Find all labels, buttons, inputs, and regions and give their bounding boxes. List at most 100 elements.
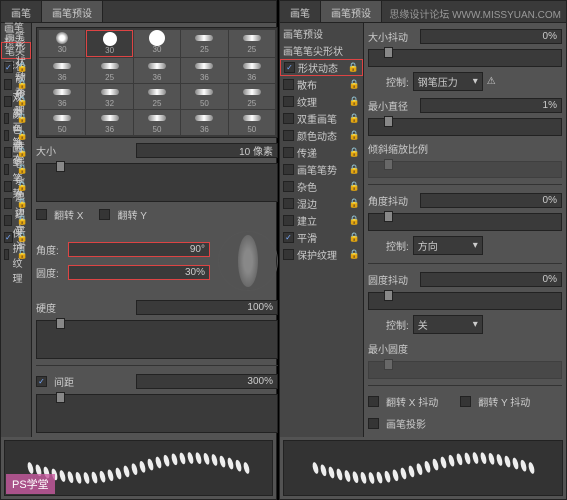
brush-thumb-1[interactable]: 30: [86, 30, 132, 57]
min-dia-input[interactable]: [420, 98, 562, 113]
checkbox-icon[interactable]: [4, 198, 12, 209]
min-dia-slider[interactable]: [368, 118, 562, 136]
size-jitter-input[interactable]: [420, 29, 562, 44]
checkbox-icon[interactable]: [4, 113, 9, 124]
checkbox-icon[interactable]: [283, 96, 294, 107]
sidebar-item-13[interactable]: 保护纹理🔒: [1, 246, 31, 263]
control2-select[interactable]: 方向▾: [413, 236, 483, 255]
checkbox-icon[interactable]: [283, 249, 294, 260]
tab-preset[interactable]: 画笔预设: [42, 1, 103, 22]
checkbox-icon[interactable]: [283, 198, 294, 209]
brush-thumb-16[interactable]: 36: [86, 110, 132, 135]
angle-jitter-slider[interactable]: [368, 213, 562, 231]
checkbox-icon[interactable]: [4, 249, 9, 260]
angle-jitter-input[interactable]: [420, 193, 562, 208]
angle-wheel[interactable]: [218, 231, 278, 291]
sidebar-item-label: 纹理: [297, 94, 317, 109]
sidebar-item-0[interactable]: 画笔预设: [280, 25, 363, 42]
checkbox-icon[interactable]: [283, 164, 294, 175]
brush-thumb-5[interactable]: 36: [39, 58, 85, 83]
size-input[interactable]: [136, 143, 278, 158]
sidebar-item-12[interactable]: ✓平滑🔒: [280, 229, 363, 246]
size-jitter-slider[interactable]: [368, 49, 562, 67]
checkbox-icon[interactable]: [283, 130, 294, 141]
sidebar-item-11[interactable]: 建立🔒: [280, 212, 363, 229]
brush-thumb-15[interactable]: 50: [39, 110, 85, 135]
brush-thumb-11[interactable]: 32: [86, 84, 132, 109]
flip-y-jitter-label: 翻转 Y 抖动: [478, 394, 530, 409]
brush-thumb-3[interactable]: 25: [181, 30, 227, 57]
brush-thumb-19[interactable]: 50: [229, 110, 275, 135]
sidebar-item-10[interactable]: 湿边🔒: [280, 195, 363, 212]
flip-x-jitter-cb[interactable]: [368, 396, 379, 407]
spacing-checkbox[interactable]: ✓: [36, 376, 47, 387]
round-jitter-slider[interactable]: [368, 292, 562, 310]
control1-select[interactable]: 钢笔压力▾: [413, 72, 483, 91]
flip-x-checkbox[interactable]: [36, 209, 47, 220]
control1-label: 控制:: [386, 74, 409, 89]
hardness-input[interactable]: [136, 300, 278, 315]
checkbox-icon[interactable]: [4, 215, 12, 226]
brush-thumb-0[interactable]: 30: [39, 30, 85, 57]
checkbox-icon[interactable]: [283, 79, 294, 90]
checkbox-icon[interactable]: ✓: [4, 62, 13, 73]
checkbox-icon[interactable]: [4, 130, 9, 141]
stroke-preview-right: [283, 440, 563, 496]
brush-thumb-10[interactable]: 36: [39, 84, 85, 109]
tab-preset-r[interactable]: 画笔预设: [321, 1, 382, 22]
brush-proj-cb[interactable]: [368, 418, 379, 429]
checkbox-icon[interactable]: [4, 96, 12, 107]
brush-thumb-4[interactable]: 25: [229, 30, 275, 57]
checkbox-icon[interactable]: ✓: [284, 62, 295, 73]
checkbox-icon[interactable]: [4, 164, 9, 175]
sidebar-item-label: 画笔笔尖形状: [283, 43, 343, 58]
sidebar-item-4[interactable]: 纹理🔒: [280, 93, 363, 110]
brush-thumbnails[interactable]: 3030302525362536363636322550255036503650: [36, 27, 278, 138]
checkbox-icon[interactable]: [283, 113, 294, 124]
flip-y-checkbox[interactable]: [99, 209, 110, 220]
sidebar-item-2[interactable]: ✓形状动态🔒: [280, 59, 363, 76]
checkbox-icon[interactable]: ✓: [283, 232, 294, 243]
warning-icon: ⚠: [487, 76, 496, 87]
sidebar-item-3[interactable]: 散布🔒: [280, 76, 363, 93]
tilt-scale-slider: [368, 161, 562, 179]
checkbox-icon[interactable]: [283, 147, 294, 158]
brush-thumb-8[interactable]: 36: [181, 58, 227, 83]
sidebar-item-label: 保护纹理: [297, 247, 337, 262]
brush-thumb-9[interactable]: 36: [229, 58, 275, 83]
sidebar-item-6[interactable]: 颜色动态🔒: [280, 127, 363, 144]
brush-thumb-17[interactable]: 50: [134, 110, 180, 135]
checkbox-icon[interactable]: [4, 147, 12, 158]
sidebar-item-13[interactable]: 保护纹理🔒: [280, 246, 363, 263]
brush-thumb-2[interactable]: 30: [134, 30, 180, 57]
checkbox-icon[interactable]: ✓: [4, 232, 13, 243]
brush-thumb-13[interactable]: 50: [181, 84, 227, 109]
tab-brush-r[interactable]: 画笔: [280, 1, 321, 22]
brush-thumb-14[interactable]: 25: [229, 84, 275, 109]
checkbox-icon[interactable]: [4, 181, 12, 192]
hardness-slider[interactable]: [36, 320, 278, 359]
flip-x-label: 翻转 X: [54, 207, 83, 222]
checkbox-icon[interactable]: [283, 181, 294, 192]
checkbox-icon[interactable]: [283, 215, 294, 226]
sidebar-item-1[interactable]: 画笔笔尖形状: [280, 42, 363, 59]
spacing-input[interactable]: [136, 374, 278, 389]
spacing-slider[interactable]: [36, 394, 278, 433]
brush-thumb-18[interactable]: 36: [181, 110, 227, 135]
round-jitter-input[interactable]: [420, 272, 562, 287]
sidebar-item-5[interactable]: 双重画笔🔒: [280, 110, 363, 127]
roundness-input[interactable]: [68, 265, 210, 280]
brush-thumb-12[interactable]: 25: [134, 84, 180, 109]
sidebar-item-8[interactable]: 画笔笔势🔒: [280, 161, 363, 178]
sidebar-item-9[interactable]: 杂色🔒: [280, 178, 363, 195]
tabs: 画笔 画笔预设: [1, 1, 276, 23]
angle-input[interactable]: [68, 242, 210, 257]
flip-y-jitter-cb[interactable]: [460, 396, 471, 407]
control3-select[interactable]: 关▾: [413, 315, 483, 334]
brush-thumb-6[interactable]: 25: [86, 58, 132, 83]
sidebar-item-label: 杂色: [297, 179, 317, 194]
size-slider[interactable]: [36, 163, 278, 202]
checkbox-icon[interactable]: [4, 79, 12, 90]
sidebar-item-7[interactable]: 传递🔒: [280, 144, 363, 161]
brush-thumb-7[interactable]: 36: [134, 58, 180, 83]
